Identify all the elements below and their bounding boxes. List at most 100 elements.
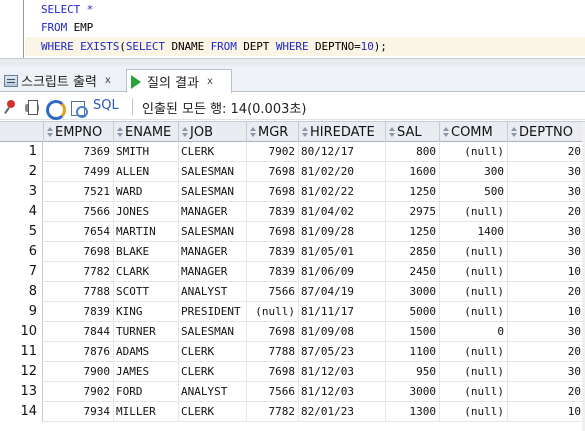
cell-mgr[interactable]: 7566 [247, 382, 299, 402]
cell-mgr[interactable]: 7698 [247, 182, 299, 202]
cell-comm[interactable]: 0 [440, 322, 508, 342]
cell-mgr[interactable]: 7839 [247, 262, 299, 282]
row-number[interactable]: 8 [0, 282, 43, 302]
row-number[interactable]: 10 [0, 322, 43, 342]
print-icon[interactable] [24, 99, 40, 115]
cell-deptno[interactable]: 20 [508, 382, 585, 402]
cell-empno[interactable]: 7788 [44, 282, 114, 302]
cell-hiredate[interactable]: 81/09/08 [299, 322, 386, 342]
refresh-icon[interactable] [45, 99, 66, 120]
cell-mgr[interactable]: 7698 [247, 162, 299, 182]
cell-hiredate[interactable]: 81/02/20 [299, 162, 386, 182]
row-number[interactable]: 14 [0, 402, 43, 422]
sort-icon[interactable] [388, 126, 395, 139]
cell-job[interactable]: CLERK [179, 402, 247, 422]
tab-query-result[interactable]: 질의 결과 x [126, 69, 232, 93]
column-header-job[interactable]: JOB [179, 122, 247, 142]
cell-hiredate[interactable]: 81/05/01 [299, 242, 386, 262]
cell-job[interactable]: CLERK [179, 142, 247, 162]
cell-empno[interactable]: 7698 [44, 242, 114, 262]
cell-empno[interactable]: 7566 [44, 202, 114, 222]
cell-sal[interactable]: 3000 [386, 282, 440, 302]
cell-mgr[interactable]: 7788 [247, 342, 299, 362]
cell-job[interactable]: SALESMAN [179, 322, 247, 342]
sort-icon[interactable] [116, 126, 123, 139]
cell-comm[interactable]: (null) [440, 382, 508, 402]
table-row[interactable]: 2 7499 ALLEN SALESMAN 7698 81/02/20 1600 300 30 [0, 162, 585, 182]
row-number[interactable]: 3 [0, 182, 43, 202]
cell-comm[interactable]: (null) [440, 342, 508, 362]
table-row[interactable]: 11 7876 ADAMS CLERK 7788 87/05/23 1100 (null) 20 [0, 342, 585, 362]
cell-comm[interactable]: (null) [440, 302, 508, 322]
code-line-3[interactable]: WHERE EXISTS(SELECT DNAME FROM DEPT WHER… [41, 37, 387, 56]
table-row[interactable]: 8 7788 SCOTT ANALYST 7566 87/04/19 3000 (null) 2… [0, 282, 585, 302]
cell-mgr[interactable]: 7839 [247, 242, 299, 262]
cell-mgr[interactable]: 7566 [247, 282, 299, 302]
cell-deptno[interactable]: 30 [508, 162, 585, 182]
cell-mgr[interactable]: 7902 [247, 142, 299, 162]
cell-ename[interactable]: FORD [114, 382, 179, 402]
cell-mgr[interactable]: 7839 [247, 202, 299, 222]
table-row[interactable]: 12 7900 JAMES CLERK 7698 81/12/03 950 (null) 30 [0, 362, 585, 382]
row-number[interactable]: 1 [0, 142, 43, 162]
cell-sal[interactable]: 1250 [386, 182, 440, 202]
cell-empno[interactable]: 7521 [44, 182, 114, 202]
cell-ename[interactable]: TURNER [114, 322, 179, 342]
cell-hiredate[interactable]: 81/12/03 [299, 382, 386, 402]
table-row[interactable]: 6 7698 BLAKE MANAGER 7839 81/05/01 2850 (null) 3… [0, 242, 585, 262]
cell-deptno[interactable]: 20 [508, 282, 585, 302]
cell-empno[interactable]: 7902 [44, 382, 114, 402]
cell-empno[interactable]: 7934 [44, 402, 114, 422]
row-number[interactable]: 4 [0, 202, 43, 222]
pin-icon[interactable] [3, 99, 19, 115]
cell-deptno[interactable]: 30 [508, 182, 585, 202]
code-line-1[interactable]: SELECT * [41, 0, 93, 19]
table-row[interactable]: 1 7369 SMITH CLERK 7902 80/12/17 800 (null) 20 [0, 142, 585, 162]
cell-sal[interactable]: 2850 [386, 242, 440, 262]
cell-comm[interactable]: (null) [440, 402, 508, 422]
cell-empno[interactable]: 7839 [44, 302, 114, 322]
cell-sal[interactable]: 1300 [386, 402, 440, 422]
cell-sal[interactable]: 800 [386, 142, 440, 162]
table-row[interactable]: 7 7782 CLARK MANAGER 7839 81/06/09 2450 (null) 1… [0, 262, 585, 282]
cell-mgr[interactable]: (null) [247, 302, 299, 322]
cell-empno[interactable]: 7499 [44, 162, 114, 182]
cell-hiredate[interactable]: 81/11/17 [299, 302, 386, 322]
cell-empno[interactable]: 7782 [44, 262, 114, 282]
cell-hiredate[interactable]: 81/04/02 [299, 202, 386, 222]
sort-icon[interactable] [249, 126, 256, 139]
cell-job[interactable]: SALESMAN [179, 162, 247, 182]
cell-sal[interactable]: 5000 [386, 302, 440, 322]
cell-comm[interactable]: 300 [440, 162, 508, 182]
table-row[interactable]: 3 7521 WARD SALESMAN 7698 81/02/22 1250 500 30 [0, 182, 585, 202]
sql-button[interactable]: SQL [93, 98, 119, 113]
cell-hiredate[interactable]: 81/06/09 [299, 262, 386, 282]
cell-mgr[interactable]: 7698 [247, 362, 299, 382]
row-number[interactable]: 12 [0, 362, 43, 382]
cell-sal[interactable]: 3000 [386, 382, 440, 402]
cell-hiredate[interactable]: 81/12/03 [299, 362, 386, 382]
table-row[interactable]: 5 7654 MARTIN SALESMAN 7698 81/09/28 1250 1400 3… [0, 222, 585, 242]
table-row[interactable]: 10 7844 TURNER SALESMAN 7698 81/09/08 1500 0 30 [0, 322, 585, 342]
cell-job[interactable]: CLERK [179, 342, 247, 362]
sort-icon[interactable] [510, 126, 517, 139]
cell-ename[interactable]: WARD [114, 182, 179, 202]
row-number[interactable]: 7 [0, 262, 43, 282]
cell-job[interactable]: SALESMAN [179, 222, 247, 242]
cell-job[interactable]: SALESMAN [179, 182, 247, 202]
cell-sal[interactable]: 1600 [386, 162, 440, 182]
row-number[interactable]: 9 [0, 302, 43, 322]
column-header-hiredate[interactable]: HIREDATE [299, 122, 386, 142]
cell-sal[interactable]: 1500 [386, 322, 440, 342]
cell-job[interactable]: ANALYST [179, 382, 247, 402]
cell-sal[interactable]: 2450 [386, 262, 440, 282]
cell-ename[interactable]: MARTIN [114, 222, 179, 242]
cell-ename[interactable]: ALLEN [114, 162, 179, 182]
cell-empno[interactable]: 7654 [44, 222, 114, 242]
cell-job[interactable]: PRESIDENT [179, 302, 247, 322]
cell-deptno[interactable]: 10 [508, 262, 585, 282]
cell-job[interactable]: CLERK [179, 362, 247, 382]
sql-editor[interactable]: SELECT * FROM EMP WHERE EXISTS(SELECT DN… [0, 0, 585, 60]
cell-empno[interactable]: 7876 [44, 342, 114, 362]
close-icon[interactable]: x [207, 76, 213, 87]
